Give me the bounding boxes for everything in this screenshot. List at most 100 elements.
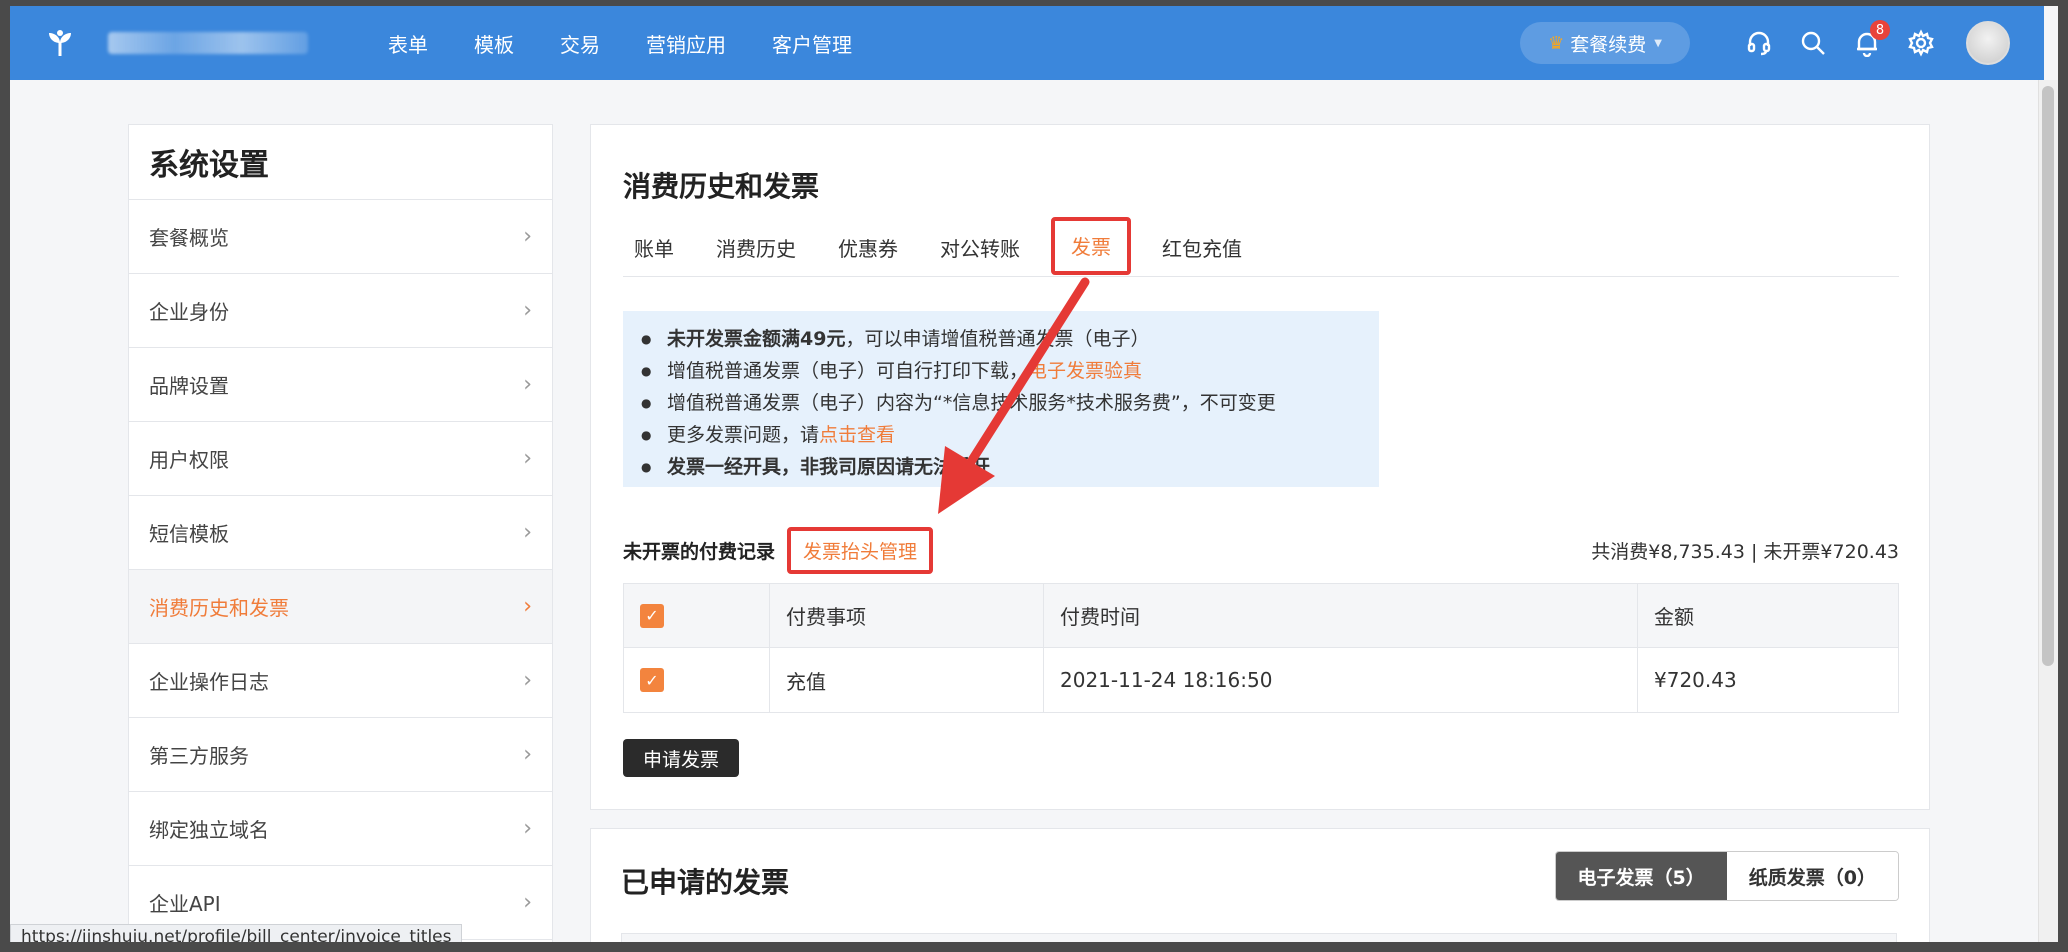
notice-line: 更多发票问题，请点击查看: [641, 419, 1379, 451]
records-label: 未开票的付费记录: [623, 540, 776, 563]
scrollbar-thumb[interactable]: [2042, 86, 2054, 666]
crown-icon: ♛: [1548, 32, 1565, 54]
table-header-row: ✓ 付费事项 付费时间 金额: [624, 583, 1898, 648]
sidebar-item-operation-log[interactable]: 企业操作日志 ›: [129, 644, 552, 718]
consumption-totals: 共消费¥8,735.43 | 未开票¥720.43: [1591, 540, 1899, 563]
tab-invoices[interactable]: 发票: [1051, 217, 1131, 275]
sidebar-item-sms-templates[interactable]: 短信模板 ›: [129, 496, 552, 570]
table-cell: ✓: [624, 648, 770, 712]
nav-item-transactions[interactable]: 交易: [560, 29, 600, 58]
sidebar-item-label: 企业API: [149, 892, 221, 916]
tab-consumption-history[interactable]: 消费历史: [705, 229, 807, 277]
topbar-actions: ♛ 套餐续费 ▼ 8: [1520, 6, 2010, 80]
sidebar-item-label: 套餐概览: [149, 226, 229, 250]
cell-item: 充值: [770, 648, 1044, 712]
electronic-invoice-tab[interactable]: 电子发票（5）: [1555, 852, 1727, 900]
chevron-right-icon: ›: [523, 224, 532, 249]
sidebar-item-user-permissions[interactable]: 用户权限 ›: [129, 422, 552, 496]
chevron-right-icon: ›: [523, 742, 532, 767]
invoice-card: 消费历史和发票 账单 消费历史 优惠券 对公转账 发票 红包充值 未开发票金额满…: [590, 124, 1930, 810]
sidebar-item-custom-domain[interactable]: 绑定独立域名 ›: [129, 792, 552, 866]
settings-sidebar: 系统设置 套餐概览 › 企业身份 › 品牌设置 › 用户权限 › 短信模板 › …: [128, 124, 553, 942]
tab-bank-transfer[interactable]: 对公转账: [929, 229, 1031, 277]
browser-frame: 表单 模板 交易 营销应用 客户管理 ♛ 套餐续费 ▼ 8 系统设置 套餐概览 …: [0, 0, 2068, 952]
sidebar-item-label: 企业身份: [149, 300, 229, 324]
notice-line: 增值税普通发票（电子）可自行打印下载，电子发票验真: [641, 355, 1379, 387]
table-cell: ✓: [624, 583, 770, 648]
top-navbar: 表单 模板 交易 营销应用 客户管理 ♛ 套餐续费 ▼ 8: [10, 6, 2044, 80]
invoice-notice: 未开发票金额满49元，可以申请增值税普通发票（电子） 增值税普通发票（电子）可自…: [623, 311, 1379, 487]
sidebar-item-third-party[interactable]: 第三方服务 ›: [129, 718, 552, 792]
notice-line: 增值税普通发票（电子）内容为“*信息技术服务*技术服务费”，不可变更: [641, 387, 1379, 419]
nav-item-customers[interactable]: 客户管理: [772, 29, 852, 58]
notice-text: 更多发票问题，请: [667, 424, 820, 446]
more-info-link[interactable]: 点击查看: [819, 424, 895, 446]
nav-item-marketing[interactable]: 营销应用: [646, 29, 726, 58]
notice-text: ，可以申请增值税普通发票（电子）: [845, 328, 1150, 350]
chevron-right-icon: ›: [523, 594, 532, 619]
select-all-checkbox[interactable]: ✓: [640, 603, 664, 628]
plan-renew-button[interactable]: ♛ 套餐续费 ▼: [1520, 22, 1690, 64]
sidebar-item-label: 企业操作日志: [149, 670, 269, 694]
payment-records-table: ✓ 付费事项 付费时间 金额 ✓ 充值 2021-11-24 18:16:50 …: [623, 583, 1899, 713]
chevron-right-icon: ›: [523, 520, 532, 545]
caret-down-icon: ▼: [1654, 37, 1662, 49]
main-nav: 表单 模板 交易 营销应用 客户管理: [388, 29, 898, 58]
sidebar-item-label: 短信模板: [149, 522, 229, 546]
tab-bills[interactable]: 账单: [623, 229, 685, 277]
nav-item-forms[interactable]: 表单: [388, 29, 428, 58]
notice-bold-text: 发票一经开具，非我司原因请无法重开: [667, 456, 991, 478]
column-header-time: 付费时间: [1044, 583, 1638, 648]
applied-invoices-card: 已申请的发票 电子发票（5） 纸质发票（0）: [590, 828, 1930, 942]
chevron-right-icon: ›: [523, 890, 532, 915]
notice-text: 增值税普通发票（电子）内容为“*信息技术服务*技术服务费”，不可变更: [667, 392, 1276, 414]
table-row: ✓ 充值 2021-11-24 18:16:50 ¥720.43: [624, 648, 1898, 712]
sidebar-title: 系统设置: [129, 125, 552, 200]
bell-icon[interactable]: 8: [1852, 20, 1890, 58]
chevron-right-icon: ›: [523, 668, 532, 693]
sidebar-item-label: 用户权限: [149, 448, 229, 472]
tab-redpacket-topup[interactable]: 红包充值: [1151, 229, 1253, 277]
sidebar-item-label: 消费历史和发票: [149, 596, 289, 620]
status-bar-url: https://jinshuju.net/profile/bill_center…: [10, 924, 463, 942]
cell-time: 2021-11-24 18:16:50: [1044, 648, 1638, 712]
notice-bold-text: 未开发票金额满49元: [667, 328, 846, 350]
blurred-org-name: [108, 32, 308, 54]
chevron-right-icon: ›: [523, 446, 532, 471]
headset-icon[interactable]: [1744, 28, 1774, 58]
notice-line: 未开发票金额满49元，可以申请增值税普通发票（电子）: [641, 323, 1379, 355]
applied-table-header: [621, 933, 1897, 942]
verify-invoice-link[interactable]: 电子发票验真: [1028, 360, 1142, 382]
sidebar-item-plan-overview[interactable]: 套餐概览 ›: [129, 200, 552, 274]
records-header: 未开票的付费记录 发票抬头管理 共消费¥8,735.43 | 未开票¥720.4…: [623, 526, 1899, 574]
nav-item-templates[interactable]: 模板: [474, 29, 514, 58]
chevron-right-icon: ›: [523, 816, 532, 841]
search-icon[interactable]: [1798, 28, 1828, 58]
row-checkbox[interactable]: ✓: [640, 668, 664, 692]
apply-invoice-button[interactable]: 申请发票: [623, 739, 740, 777]
notification-badge: 8: [1870, 20, 1890, 40]
invoice-title-management-link[interactable]: 发票抬头管理: [787, 526, 934, 574]
billing-tabs: 账单 消费历史 优惠券 对公转账 发票 红包充值: [623, 217, 1899, 277]
logo-icon[interactable]: [40, 23, 80, 63]
notice-text: 增值税普通发票（电子）可自行打印下载，: [667, 360, 1029, 382]
page-scrollbar[interactable]: [2038, 80, 2058, 942]
chevron-right-icon: ›: [523, 298, 532, 323]
invoice-type-toggle: 电子发票（5） 纸质发票（0）: [1554, 851, 1899, 901]
page-title: 消费历史和发票: [623, 170, 820, 203]
sidebar-item-brand-settings[interactable]: 品牌设置 ›: [129, 348, 552, 422]
cell-amount: ¥720.43: [1654, 668, 1737, 692]
sidebar-item-label: 绑定独立域名: [149, 818, 269, 842]
sidebar-item-billing-invoices[interactable]: 消费历史和发票 ›: [129, 570, 552, 644]
tab-coupons[interactable]: 优惠券: [827, 229, 909, 277]
column-header-item: 付费事项: [770, 583, 1044, 648]
paper-invoice-tab[interactable]: 纸质发票（0）: [1726, 852, 1898, 900]
sidebar-item-enterprise-identity[interactable]: 企业身份 ›: [129, 274, 552, 348]
notice-line: 发票一经开具，非我司原因请无法重开: [641, 451, 1379, 483]
column-header-amount: 金额: [1654, 605, 1694, 629]
sidebar-item-label: 第三方服务: [149, 744, 249, 768]
sidebar-item-label: 品牌设置: [149, 374, 229, 398]
chevron-right-icon: ›: [523, 372, 532, 397]
gear-icon[interactable]: [1906, 28, 1936, 58]
avatar[interactable]: [1966, 21, 2010, 65]
